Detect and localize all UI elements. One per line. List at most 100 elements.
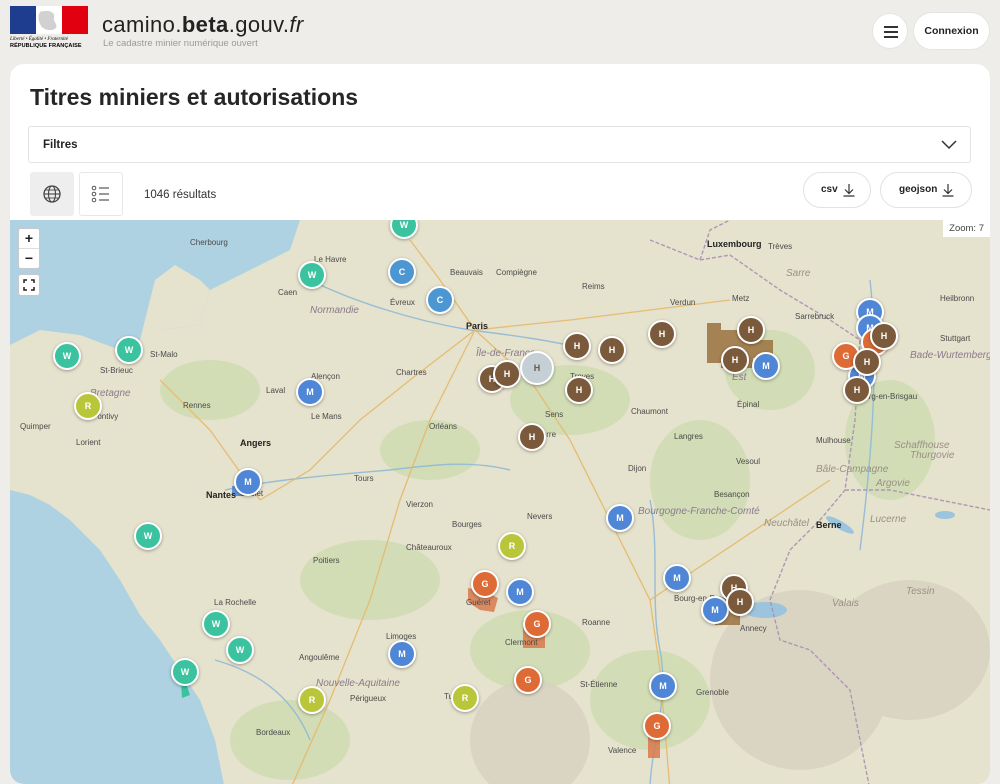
title-marker[interactable]: H xyxy=(565,376,593,404)
map-label: Périgueux xyxy=(350,694,387,703)
title-marker[interactable]: H xyxy=(726,588,754,616)
title-marker[interactable]: H xyxy=(737,316,765,344)
title-marker[interactable]: W xyxy=(171,658,199,686)
region-label: Normandie xyxy=(310,305,359,316)
site-header: Liberté • Égalité • Fraternité RÉPUBLIQU… xyxy=(0,0,1000,62)
title-marker[interactable]: H xyxy=(870,322,898,350)
map-label: Roanne xyxy=(582,618,611,627)
title-marker[interactable]: R xyxy=(498,532,526,560)
title-marker[interactable]: R xyxy=(451,684,479,712)
title-marker[interactable]: M xyxy=(606,504,634,532)
map-label: Le Mans xyxy=(311,412,342,421)
title-marker[interactable]: M xyxy=(234,468,262,496)
title-marker[interactable]: H xyxy=(853,348,881,376)
region-label: Tessin xyxy=(906,586,935,597)
hamburger-icon xyxy=(884,26,898,28)
title-marker[interactable]: W xyxy=(53,342,81,370)
map-label: Stuttgart xyxy=(940,334,971,343)
title-marker[interactable]: H xyxy=(648,320,676,348)
title-marker[interactable]: W xyxy=(298,261,326,289)
title-marker[interactable]: M xyxy=(388,640,416,668)
map-label: Caen xyxy=(278,288,298,297)
title-marker[interactable]: G xyxy=(471,570,499,598)
zoom-control: + − xyxy=(18,228,40,269)
map-label: Vesoul xyxy=(736,457,761,466)
title-marker[interactable]: H xyxy=(563,332,591,360)
map-label: Épinal xyxy=(737,400,760,409)
map-label: Nevers xyxy=(527,512,553,521)
title-marker[interactable]: G xyxy=(514,666,542,694)
map-label: Besançon xyxy=(714,490,750,499)
download-geojson-button[interactable]: geojson xyxy=(880,172,972,208)
map-label: Grenoble xyxy=(696,688,729,697)
login-button[interactable]: Connexion xyxy=(913,12,990,50)
zoom-in-button[interactable]: + xyxy=(19,229,39,248)
title-marker[interactable]: M xyxy=(649,672,677,700)
title-marker[interactable]: G xyxy=(523,610,551,638)
title-marker[interactable]: H xyxy=(843,376,871,404)
menu-button[interactable] xyxy=(872,13,908,49)
title-marker[interactable]: G xyxy=(643,712,671,740)
title-marker[interactable]: W xyxy=(202,610,230,638)
title-marker[interactable]: H xyxy=(721,346,749,374)
region-label: Nouvelle-Aquitaine xyxy=(316,678,400,689)
title-marker[interactable]: M xyxy=(296,378,324,406)
filters-accordion[interactable]: Filtres xyxy=(28,126,971,163)
map-label: Vierzon xyxy=(406,500,433,509)
fullscreen-icon xyxy=(23,279,35,291)
results-count: 1046 résultats xyxy=(144,189,217,201)
title-marker[interactable]: R xyxy=(74,392,102,420)
page-title: Titres miniers et autorisations xyxy=(30,84,359,110)
map-canvas[interactable]: Luxembourg Paris Nantes Angers Tours Orl… xyxy=(10,220,990,784)
title-marker[interactable]: M xyxy=(752,352,780,380)
map-label: Metz xyxy=(732,294,750,303)
republique-francaise-logo[interactable]: Liberté • Égalité • Fraternité RÉPUBLIQU… xyxy=(10,6,88,50)
map-label: Langres xyxy=(674,432,703,441)
map-label: Châteauroux xyxy=(406,543,452,552)
title-marker[interactable]: H xyxy=(493,360,521,388)
region-label: Lucerne xyxy=(870,514,907,525)
globe-icon xyxy=(43,185,61,203)
map-label: Évreux xyxy=(390,298,415,307)
map-label: Chaumont xyxy=(631,407,668,416)
site-name-tld: fr xyxy=(289,12,304,37)
title-marker[interactable]: M xyxy=(663,564,691,592)
map-label: Beauvais xyxy=(450,268,483,277)
region-label: Thurgovie xyxy=(910,450,955,461)
title-marker[interactable]: C xyxy=(388,258,416,286)
map-label: Bourges xyxy=(452,520,482,529)
download-csv-label: csv xyxy=(821,184,838,195)
title-marker[interactable]: C xyxy=(426,286,454,314)
title-marker[interactable]: W xyxy=(134,522,162,550)
map-label: Sarrebruck xyxy=(795,312,835,321)
zoom-out-button[interactable]: − xyxy=(19,248,39,268)
title-marker[interactable]: M xyxy=(506,578,534,606)
list-icon xyxy=(91,185,109,203)
map-label: Paris xyxy=(466,321,489,331)
map-label: Sens xyxy=(545,410,564,419)
map-label: Berne xyxy=(816,520,842,530)
title-marker-cluster[interactable]: H xyxy=(520,351,554,385)
map-view-tab[interactable] xyxy=(30,172,74,216)
title-marker[interactable]: M xyxy=(701,596,729,624)
title-marker[interactable]: R xyxy=(298,686,326,714)
download-geojson-label: geojson xyxy=(899,184,938,195)
map-label: Lorient xyxy=(76,438,101,447)
map-label: Guéret xyxy=(466,598,491,607)
title-marker[interactable]: W xyxy=(115,336,143,364)
map-label: Compiègne xyxy=(496,268,537,277)
map-label: Luxembourg xyxy=(707,239,762,249)
list-view-tab[interactable] xyxy=(79,172,123,216)
map-label: La Rochelle xyxy=(214,598,257,607)
map-label: Cherbourg xyxy=(190,238,228,247)
title-marker[interactable]: H xyxy=(598,336,626,364)
download-icon xyxy=(843,184,855,197)
title-marker[interactable]: H xyxy=(518,423,546,451)
map-label: Orléans xyxy=(429,422,458,431)
site-name[interactable]: camino.beta.gouv.fr xyxy=(102,12,304,38)
map-label: St-Étienne xyxy=(580,680,618,689)
download-csv-button[interactable]: csv xyxy=(803,172,871,208)
region-label: Sarre xyxy=(786,268,811,279)
title-marker[interactable]: W xyxy=(226,636,254,664)
fullscreen-button[interactable] xyxy=(18,274,40,296)
